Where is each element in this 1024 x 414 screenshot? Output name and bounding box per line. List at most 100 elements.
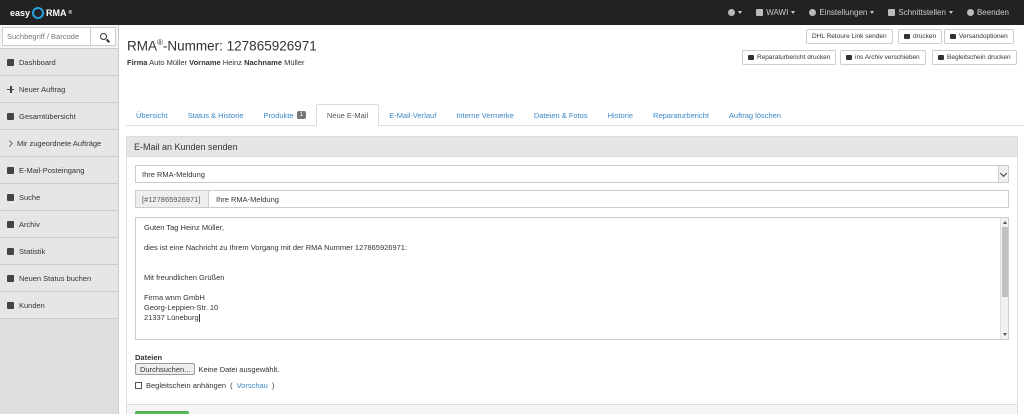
tab-label: Neue E-Mail	[326, 111, 369, 120]
app-logo[interactable]: easy RMA ®	[10, 6, 73, 19]
plus-icon	[7, 85, 14, 93]
title-number: -Nummer: 127865926971	[162, 38, 317, 54]
firma-label: Firma	[127, 58, 148, 67]
language-dropdown[interactable]	[721, 0, 749, 25]
caret-down-icon	[738, 11, 743, 14]
tab-label: Status & Historie	[187, 110, 244, 120]
select-value: Ihre RMA-Meldung	[142, 169, 205, 179]
interfaces-label: Schnittstellen	[898, 8, 946, 17]
chevron-right-icon	[5, 139, 14, 147]
body-line: dies ist eine Nachricht zu Ihrem Vorgang…	[144, 243, 408, 252]
wawi-dropdown[interactable]: WAWI	[749, 0, 802, 25]
settings-dropdown[interactable]: Einstellungen	[802, 0, 881, 25]
body-greeting: Guten Tag Heinz Müller,	[144, 223, 224, 232]
logo-text-right: RMA	[46, 7, 67, 18]
subject-input[interactable]: Ihre RMA-Meldung	[209, 191, 1008, 207]
main-content: RMA®-Nummer: 127865926971 Firma Auto Mül…	[126, 25, 1024, 414]
attach-slip-checkbox[interactable]	[135, 382, 142, 389]
search-input[interactable]	[2, 27, 90, 46]
attach-slip-label: Begleitschein anhängen	[146, 381, 227, 390]
sidebar-item-inbox[interactable]: E-Mail-Posteingang	[0, 157, 118, 184]
scroll-down-icon[interactable]	[1003, 333, 1007, 336]
tab-overview[interactable]: Übersicht	[126, 104, 178, 126]
browse-button[interactable]: Durchsuchen...	[135, 363, 196, 375]
top-navbar: easy RMA ® WAWI Einstellungen Schnittste…	[0, 0, 1024, 25]
button-label: Reparaturbericht drucken	[757, 54, 831, 61]
sidebar-item-new-order[interactable]: Neuer Auftrag	[0, 76, 118, 103]
body-street: Georg-Leppien-Str. 10	[144, 303, 219, 312]
sidebar-item-book-status[interactable]: Neuen Status buchen	[0, 265, 118, 292]
search-button[interactable]	[90, 27, 116, 46]
search-icon	[7, 193, 14, 201]
button-label: drucken	[913, 33, 937, 40]
message-textarea[interactable]: Guten Tag Heinz Müller, dies ist eine Na…	[135, 217, 1009, 340]
chevron-down-icon	[998, 166, 1008, 182]
sidebar: Dashboard Neuer Auftrag Gesamtübersicht …	[0, 25, 119, 414]
tab-label: Reparaturbericht	[653, 110, 709, 120]
email-template-select[interactable]: Ihre RMA-Meldung	[135, 165, 1009, 183]
print-button[interactable]: drucken	[898, 29, 943, 44]
tab-email-history[interactable]: E-Mail-Verlauf	[379, 104, 446, 126]
no-file-text: Keine Datei ausgewählt.	[198, 364, 280, 374]
sidebar-item-overview[interactable]: Gesamtübersicht	[0, 103, 118, 130]
sidebar-item-label: Archiv	[19, 219, 40, 229]
sidebar-item-archive[interactable]: Archiv	[0, 211, 118, 238]
subject-prefix: [#127865926971]	[136, 191, 209, 207]
nachname-value: Müller	[284, 58, 305, 67]
tab-internal-notes[interactable]: Interne Vermerke	[446, 104, 524, 126]
shipping-options-button[interactable]: Versandoptionen	[944, 29, 1014, 44]
sidebar-item-dashboard[interactable]: Dashboard	[0, 49, 118, 76]
panel-heading: E-Mail an Kunden senden	[127, 137, 1017, 157]
list-icon	[7, 112, 14, 120]
search-icon	[99, 33, 107, 40]
list-icon	[938, 55, 944, 60]
tab-repair-report[interactable]: Reparaturbericht	[643, 104, 719, 126]
dhl-return-link-button[interactable]: DHL Retoure Link senden	[806, 29, 893, 44]
logo-ring-icon	[32, 6, 45, 19]
textarea-scrollbar[interactable]	[1000, 218, 1008, 339]
body-city-line: 21337 Lüneburg	[144, 313, 1000, 323]
gear-icon	[748, 55, 754, 60]
preview-paren-close: )	[271, 381, 275, 390]
archive-icon	[846, 55, 852, 60]
gear-icon	[809, 9, 817, 16]
customer-info: Firma Auto Müller Vorname Heinz Nachname…	[127, 58, 305, 67]
email-panel: E-Mail an Kunden senden Ihre RMA-Meldung…	[126, 136, 1018, 414]
logo-trademark: ®	[68, 9, 73, 16]
caret-down-icon	[948, 11, 953, 14]
button-label: ins Archiv verschieben	[855, 54, 920, 61]
sidebar-item-label: Gesamtübersicht	[19, 111, 76, 121]
sidebar-item-my-orders[interactable]: Mir zugeordnete Aufträge	[0, 130, 118, 157]
firma-value: Auto Müller	[149, 58, 188, 67]
sidebar-item-label: Neuer Auftrag	[19, 84, 66, 94]
delivery-slip-print-button[interactable]: Begleitschein drucken	[932, 50, 1017, 65]
globe-icon	[728, 9, 736, 16]
tab-bar: Übersicht Status & Historie Produkte 1 Ne…	[126, 104, 1024, 127]
preview-paren-open: (	[230, 381, 233, 390]
sidebar-item-search[interactable]: Suche	[0, 184, 118, 211]
logo-text-left: easy	[10, 7, 31, 18]
sidebar-item-statistics[interactable]: Statistik	[0, 238, 118, 265]
repair-report-print-button[interactable]: Reparaturbericht drucken	[742, 50, 837, 65]
tab-history[interactable]: Historie	[598, 104, 643, 126]
link-icon	[888, 9, 896, 16]
preview-link[interactable]: Vorschau	[237, 381, 268, 390]
interfaces-dropdown[interactable]: Schnittstellen	[881, 0, 960, 25]
tab-delete-order[interactable]: Auftrag löschen	[719, 104, 791, 126]
sidebar-search	[0, 25, 118, 49]
scroll-up-icon[interactable]	[1003, 221, 1007, 224]
tab-status-history[interactable]: Status & Historie	[178, 104, 254, 126]
scrollbar-thumb[interactable]	[1002, 227, 1008, 297]
vorname-label: Vorname	[189, 58, 221, 67]
users-icon	[7, 301, 14, 309]
tab-files-photos[interactable]: Dateien & Fotos	[524, 104, 598, 126]
tab-new-email[interactable]: Neue E-Mail	[315, 104, 380, 127]
wawi-label: WAWI	[766, 8, 789, 17]
logout-link[interactable]: Beenden	[960, 0, 1016, 25]
truck-icon	[950, 34, 956, 39]
tab-label: Historie	[607, 110, 634, 120]
move-to-archive-button[interactable]: ins Archiv verschieben	[840, 50, 926, 65]
sidebar-item-label: Mir zugeordnete Aufträge	[17, 138, 102, 148]
tab-products[interactable]: Produkte 1	[254, 104, 316, 126]
sidebar-item-customers[interactable]: Kunden	[0, 292, 118, 319]
